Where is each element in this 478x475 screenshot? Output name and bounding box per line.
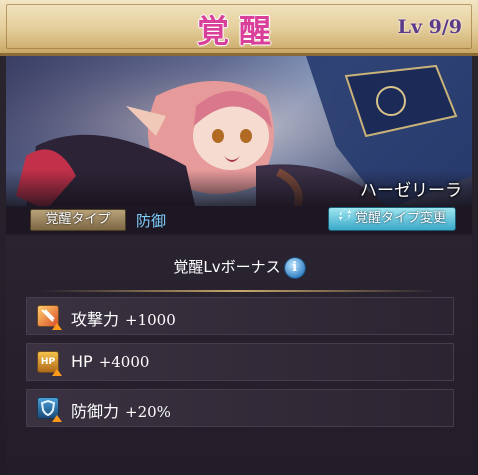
bonus-defense-text: 防御力 +20% [71, 398, 171, 422]
up-arrow-icon [52, 323, 62, 330]
character-name: ハーゼリーラ [360, 181, 462, 201]
bonus-value: +20% [125, 403, 171, 421]
defense-icon [37, 397, 62, 422]
bonus-row-defense: 防御力 +20% [26, 389, 454, 427]
up-arrow-icon [52, 415, 62, 422]
change-awakening-type-button[interactable]: 覚醒タイプ変更 [328, 207, 456, 231]
divider [40, 290, 438, 292]
awakening-type-label: 覚醒タイプ [30, 209, 126, 231]
awakening-level: Lv 9/9 [397, 16, 462, 38]
up-arrow-icon [52, 369, 62, 376]
awakening-type-value: 防御 [136, 212, 167, 230]
bonus-label: HP [71, 352, 93, 371]
bonus-attack-text: 攻撃力 +1000 [71, 306, 176, 330]
bonus-label: 攻撃力 [71, 310, 120, 329]
bonus-label: 防御力 [71, 402, 120, 421]
bonus-value: +1000 [125, 311, 176, 329]
bonus-value: +4000 [98, 353, 150, 371]
hp-icon: HP [37, 351, 62, 376]
info-icon[interactable]: i [284, 257, 305, 278]
awakening-panel: 覚醒 Lv 9/9 ハーゼリーラ 覚醒タイプ 防御 覚醒タイプ変更 覚醒Lvボー… [0, 0, 478, 475]
bonus-hp-text: HP +4000 [71, 352, 149, 371]
bonus-heading-text: 覚醒Lvボーナス [173, 258, 281, 276]
change-awakening-type-label: 覚醒タイプ変更 [354, 211, 446, 226]
attack-icon [37, 305, 62, 330]
bonus-row-hp: HP HP +4000 [26, 343, 454, 381]
bonus-heading: 覚醒Lvボーナス i [0, 256, 478, 278]
header-banner: 覚醒 Lv 9/9 [0, 0, 478, 56]
swap-icon [338, 208, 352, 230]
bonus-row-attack: 攻撃力 +1000 [26, 297, 454, 335]
